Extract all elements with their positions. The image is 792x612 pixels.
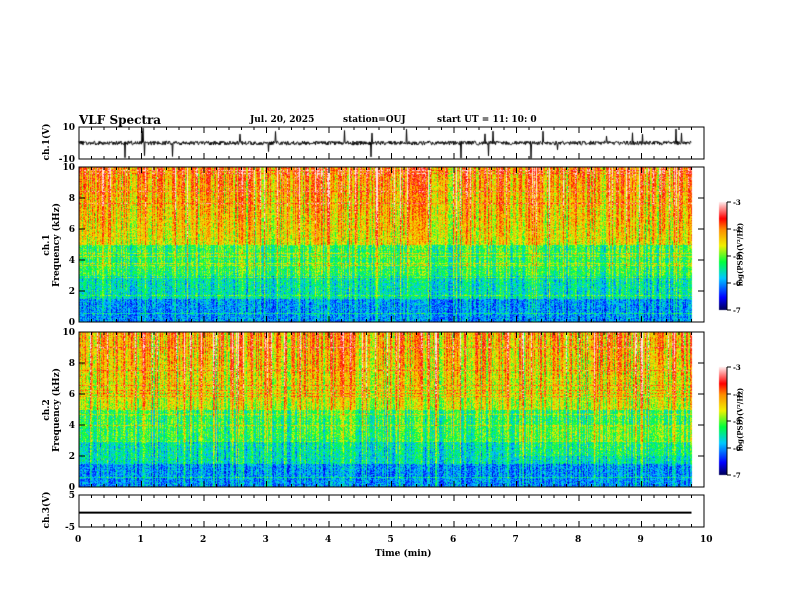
y-tick-label: 10	[62, 163, 75, 173]
x-tick-label: 10	[700, 535, 713, 545]
colorbar-tick-label: -6	[733, 279, 741, 288]
x-axis-label: Time (min)	[375, 549, 432, 559]
ch2-spec-ylabel: ch.2 Frequency (kHz)	[42, 360, 62, 460]
x-tick-label: 1	[137, 535, 144, 545]
colorbar-tick-label: -6	[733, 444, 741, 453]
colorbar-tick-label: -3	[733, 198, 741, 207]
colorbar-tick-label: -7	[733, 306, 741, 315]
y-tick-label: 5	[68, 491, 75, 501]
start-time-label: start UT = 11: 10: 0	[437, 115, 537, 125]
ch1-spec-ylabel-top: ch.1	[42, 234, 52, 256]
x-tick-label: 6	[450, 535, 457, 545]
axes-layer	[78, 126, 731, 528]
colorbar-tick-label: -4	[733, 390, 741, 399]
station-label: station=OUJ	[343, 115, 406, 125]
y-tick-label: 8	[68, 194, 75, 204]
colorbar-tick-label: -4	[733, 225, 741, 234]
colorbar-tick-label: -3	[733, 363, 741, 372]
ch3-ylabel: ch.3(V)	[42, 491, 52, 529]
colorbar-tick-label: -5	[733, 252, 741, 261]
y-tick-label: 10	[62, 123, 75, 133]
x-tick-label: 9	[637, 535, 644, 545]
ch2-spec-ylabel-bottom: Frequency (kHz)	[52, 368, 62, 453]
y-tick-label: 6	[68, 225, 75, 235]
ch1-ylabel: ch.1(V)	[42, 123, 52, 161]
x-tick-label: 8	[575, 535, 582, 545]
vlf-spectra-figure: VLF Spectra Jul. 20, 2025 station=OUJ st…	[0, 0, 792, 612]
ch2-spec-ylabel-top: ch.2	[42, 399, 52, 421]
y-tick-label: 10	[62, 328, 75, 338]
x-tick-label: 3	[262, 535, 269, 545]
colorbar-tick-label: -7	[733, 471, 741, 480]
colorbar-tick-label: -5	[733, 417, 741, 426]
y-tick-label: 2	[68, 452, 75, 462]
x-tick-label: 4	[325, 535, 332, 545]
y-tick-label: 4	[68, 421, 75, 431]
x-tick-label: 0	[75, 535, 82, 545]
y-tick-label: 0	[68, 318, 75, 328]
ch1-spec-ylabel-bottom: Frequency (kHz)	[52, 203, 62, 288]
y-tick-label: 6	[68, 390, 75, 400]
y-tick-label: 4	[68, 256, 75, 266]
panel-frame	[78, 331, 705, 488]
x-tick-label: 2	[200, 535, 207, 545]
figure-title: VLF Spectra	[79, 113, 162, 127]
panel-frame	[78, 166, 705, 323]
y-tick-label: 2	[68, 287, 75, 297]
x-tick-label: 7	[512, 535, 519, 545]
y-tick-label: -5	[65, 523, 75, 533]
y-tick-label: 8	[68, 359, 75, 369]
date-label: Jul. 20, 2025	[250, 115, 315, 125]
ch1-spec-ylabel: ch.1 Frequency (kHz)	[42, 195, 62, 295]
x-tick-label: 5	[387, 535, 394, 545]
